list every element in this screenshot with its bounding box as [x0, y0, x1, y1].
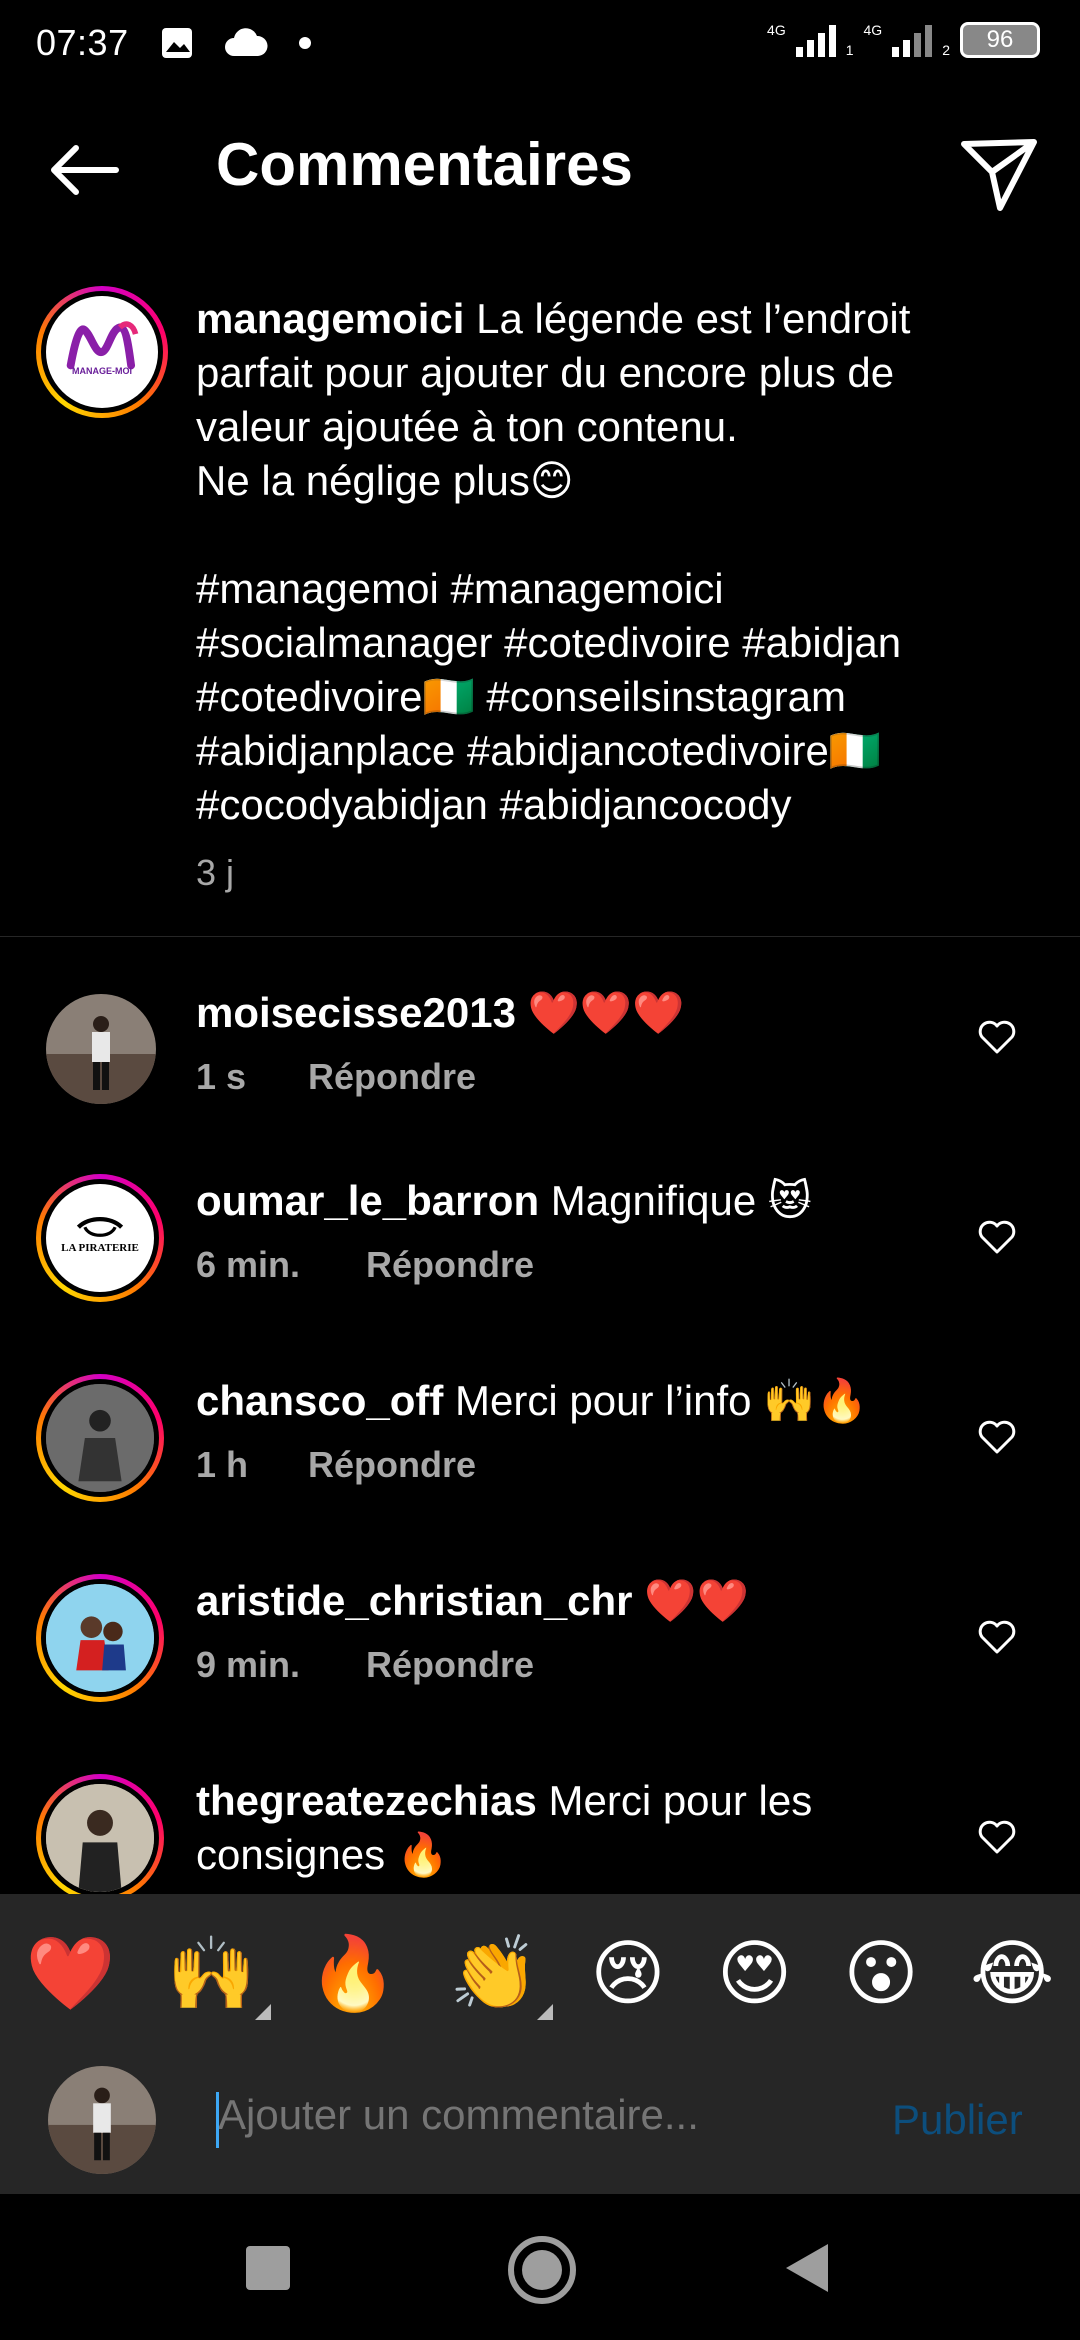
caption-line-3: valeur ajoutée à ton contenu.: [196, 403, 738, 450]
comment-time: 1 h: [196, 1444, 249, 1485]
sim-1-label: 1: [845, 42, 854, 58]
comment-text-line-2: consignes 🔥: [196, 1831, 450, 1878]
emoji-reaction-bar: ❤️ 🙌 🔥 👏 😢 😍 😮 😂: [0, 1894, 1080, 2054]
caption-avatar[interactable]: MANAGE-MOI: [36, 286, 168, 418]
cloud-icon: [225, 28, 268, 56]
home-button[interactable]: [508, 2236, 576, 2304]
avatar-logo-text: LA PIRATERIE: [61, 1242, 139, 1254]
paper-plane-icon: [961, 139, 1037, 211]
comment-body: chansco_off Merci pour l’info 🙌🔥: [196, 1374, 916, 1428]
comment-text: Magnifique 😻: [539, 1177, 812, 1224]
divider: [0, 936, 1080, 937]
comment-body: aristide_christian_chr ❤️❤️: [196, 1574, 916, 1628]
comment-username[interactable]: aristide_christian_chr: [196, 1577, 633, 1624]
share-button[interactable]: [954, 128, 1044, 218]
caption-hashtags-5[interactable]: #cocodyabidjan #abidjancocody: [196, 778, 996, 832]
comment-text: Merci pour l’info 🙌🔥: [443, 1377, 868, 1424]
arrow-left-icon: [51, 145, 119, 195]
emoji-fire-button[interactable]: 🔥: [308, 1938, 398, 2010]
comment-input[interactable]: [216, 2090, 860, 2140]
caption-line-4: Ne la néglige plus😊: [196, 457, 574, 504]
status-system-icons: 4G 1 4G 2 96: [767, 22, 1040, 58]
battery-level: 96: [986, 26, 1014, 53]
comment-username[interactable]: thegreatezechias: [196, 1777, 537, 1824]
reply-button[interactable]: Répondre: [366, 1244, 534, 1286]
comment-meta: 1 h Répondre: [196, 1444, 476, 1486]
back-button[interactable]: [44, 130, 124, 210]
network-type-1: 4G: [767, 22, 786, 38]
emoji-heart-button[interactable]: ❤️: [26, 1938, 116, 2010]
dot-icon: [299, 37, 311, 49]
comment-time: 6 min.: [196, 1244, 301, 1285]
comment-time: 1 s: [196, 1056, 247, 1097]
comment-username[interactable]: oumar_le_barron: [196, 1177, 539, 1224]
heart-icon[interactable]: [976, 1016, 1018, 1058]
page-title: Commentaires: [216, 131, 633, 198]
comment-username[interactable]: moisecisse2013: [196, 989, 516, 1036]
emoji-raising-hands-button[interactable]: 🙌: [167, 1938, 271, 2020]
status-notification-icons: [160, 26, 312, 60]
emoji-crying-button[interactable]: 😢: [590, 1938, 665, 2010]
publish-button[interactable]: Publier: [892, 2096, 1023, 2144]
heart-icon[interactable]: [976, 1616, 1018, 1658]
comment-text: ❤️❤️: [632, 1577, 749, 1624]
emoji-heart-eyes-button[interactable]: 😍: [717, 1938, 792, 2010]
emoji-clap: 👏: [449, 1934, 539, 2014]
comment-text: Merci pour les: [536, 1777, 813, 1824]
emoji-surprised-button[interactable]: 😮: [844, 1938, 919, 2010]
reply-button[interactable]: Répondre: [308, 1056, 476, 1098]
comment-item: thegreatezechias Merci pour les consigne…: [0, 1774, 1080, 1894]
skin-tone-indicator-icon: [254, 2004, 271, 2020]
avatar[interactable]: [46, 994, 156, 1104]
skin-tone-indicator-icon: [536, 2004, 553, 2020]
comment-body: oumar_le_barron Magnifique 😻: [196, 1174, 916, 1228]
caption-hashtags-4[interactable]: #abidjanplace #abidjancotedivoire🇨🇮: [196, 724, 996, 778]
caption-text: managemoici La légende est l’endroit par…: [196, 292, 996, 832]
signal-icon: [795, 23, 836, 57]
comment-text: ❤️❤️❤️: [515, 989, 685, 1036]
avatar[interactable]: LA PIRATERIE: [36, 1174, 164, 1302]
status-time: 07:37: [36, 22, 129, 63]
caption-timestamp: 3 j: [196, 852, 235, 893]
managemoi-logo: MANAGE-MOI: [46, 296, 158, 408]
avatar[interactable]: [36, 1374, 164, 1502]
caption-hashtags-2[interactable]: #socialmanager #cotedivoire #abidjan: [196, 616, 996, 670]
network-type-2: 4G: [863, 22, 883, 38]
system-back-button[interactable]: [786, 2244, 828, 2292]
heart-icon[interactable]: [976, 1216, 1018, 1258]
gallery-icon: [162, 28, 192, 58]
comment-body: thegreatezechias Merci pour les consigne…: [196, 1774, 916, 1882]
text-cursor: [216, 2092, 219, 2148]
caption-hashtags-3[interactable]: #cotedivoire🇨🇮 #conseilsinstagram: [196, 670, 996, 724]
own-avatar: [48, 2066, 156, 2174]
caption-line-2: parfait pour ajouter du encore plus de: [196, 349, 895, 396]
caption-hashtags-1[interactable]: #managemoi #managemoici: [196, 562, 996, 616]
comment-username[interactable]: chansco_off: [196, 1377, 443, 1424]
heart-icon[interactable]: [976, 1816, 1018, 1858]
reply-button[interactable]: Répondre: [308, 1444, 476, 1486]
battery-icon: 96: [960, 22, 1040, 58]
avatar[interactable]: [36, 1774, 164, 1894]
signal-icon-2: [892, 23, 933, 57]
emoji-clap-button[interactable]: 👏: [449, 1938, 553, 2020]
reply-button[interactable]: Répondre: [366, 1644, 534, 1686]
recents-button[interactable]: [246, 2246, 290, 2290]
heart-icon[interactable]: [976, 1416, 1018, 1458]
caption-line-1: La légende est l’endroit: [464, 295, 911, 342]
caption-username[interactable]: managemoici: [196, 295, 464, 342]
comment-meta: 9 min. Répondre: [196, 1644, 534, 1686]
comment-time: 9 min.: [196, 1644, 301, 1685]
emoji-raising-hands: 🙌: [166, 1934, 257, 2014]
comment-meta: 1 s Répondre: [196, 1056, 476, 1098]
comment-body: moisecisse2013 ❤️❤️❤️: [196, 986, 916, 1040]
comment-meta: 6 min. Répondre: [196, 1244, 534, 1286]
emoji-laughing-button[interactable]: 😂: [970, 1938, 1054, 2010]
logo-text: MANAGE-MOI: [72, 366, 132, 376]
sim-2-label: 2: [942, 42, 950, 58]
avatar[interactable]: [36, 1574, 164, 1702]
